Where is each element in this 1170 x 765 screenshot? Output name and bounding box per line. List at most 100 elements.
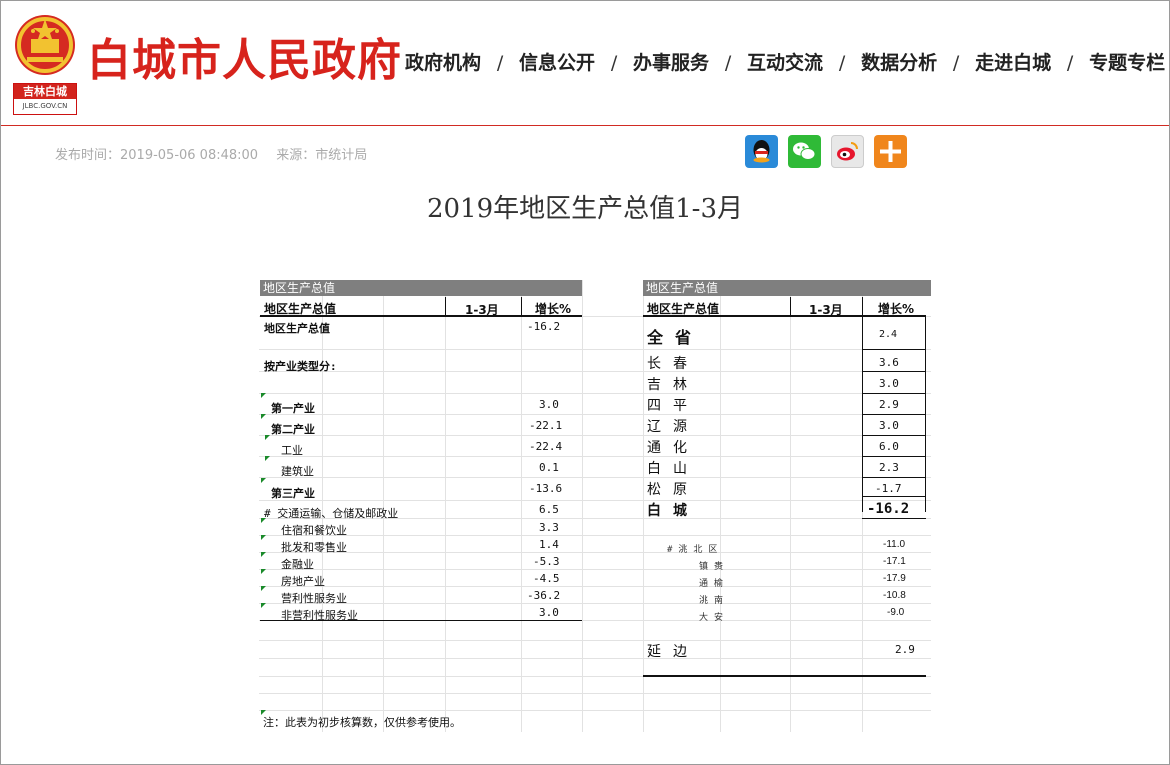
- nav-separator: /: [724, 52, 732, 74]
- right-row-value: 3.0: [879, 419, 899, 432]
- district-label: 洮南: [699, 596, 730, 606]
- table-rule: [862, 435, 926, 436]
- cell-marker: [261, 535, 266, 540]
- grid-line: [259, 640, 931, 641]
- nav-separator: /: [1066, 52, 1074, 74]
- left-row-label: 房地产业: [281, 575, 325, 588]
- grid-line: [259, 693, 931, 694]
- table-rule: [521, 297, 522, 316]
- emblem-badge-text: 吉林白城: [14, 84, 76, 99]
- grid-line: [259, 658, 931, 659]
- grid-line: [259, 371, 931, 372]
- grid-line: [259, 603, 931, 604]
- table-rule: [790, 297, 791, 316]
- right-row-value: 2.3: [879, 461, 899, 474]
- left-row-value: -4.5: [533, 572, 560, 585]
- cell-marker: [261, 552, 266, 557]
- nav-item-about-city[interactable]: 走进白城: [975, 52, 1051, 74]
- district-label: 大安: [699, 613, 730, 623]
- nav-item-interaction[interactable]: 互动交流: [747, 52, 823, 74]
- weibo-icon[interactable]: [831, 135, 864, 168]
- gdp-spreadsheet: 地区生产总值 地区生产总值 地区生产总值 1-3月 增长% 地区生产总值 -16…: [259, 280, 931, 732]
- left-row-label: 按产业类型分:: [264, 360, 337, 373]
- right-row-label: 通化: [647, 440, 699, 456]
- cell-marker: [261, 586, 266, 591]
- left-row-label: 第三产业: [271, 487, 315, 500]
- left-row-value: -36.2: [527, 589, 561, 602]
- site-title[interactable]: 白城市人民政府: [87, 33, 402, 89]
- nav-item-services[interactable]: 办事服务: [633, 52, 709, 74]
- grid-line: [259, 414, 931, 415]
- district-value: -10.8: [883, 590, 906, 601]
- district-label: #洮北区: [667, 545, 724, 555]
- grid-line: [643, 280, 644, 732]
- nav-separator: /: [838, 52, 846, 74]
- nav-separator: /: [610, 52, 618, 74]
- right-row-label: 全省: [647, 328, 704, 347]
- left-row-label: 批发和零售业: [281, 541, 347, 554]
- right-row-label: 松原: [647, 482, 699, 498]
- right-row-value: 3.6: [879, 356, 899, 369]
- left-row-label: 工业: [281, 444, 303, 457]
- emblem-badge: 吉林白城 JLBC.GOV.CN: [13, 83, 77, 115]
- left-row-value: 1.4: [539, 538, 559, 551]
- left-row-value: 0.1: [539, 461, 559, 474]
- table-rule: [862, 349, 926, 350]
- nav-item-info-public[interactable]: 信息公开: [519, 52, 595, 74]
- nav-item-topics[interactable]: 专题专栏: [1089, 52, 1165, 74]
- right-row-label: 长春: [647, 356, 699, 372]
- cell-marker: [261, 518, 266, 523]
- left-row-value: -22.4: [529, 440, 563, 453]
- grid-line: [259, 349, 931, 350]
- table-rule: [862, 393, 926, 394]
- grid-line: [259, 710, 931, 711]
- emblem-icon: [15, 15, 75, 75]
- table-rule: [260, 315, 582, 317]
- district-value: -11.0: [883, 539, 906, 550]
- grid-line: [445, 280, 446, 732]
- emblem-domain-text: JLBC.GOV.CN: [22, 102, 68, 110]
- right-row-value: -1.7: [875, 482, 902, 495]
- right-row-value: 2.4: [879, 329, 898, 340]
- table-rule: [862, 414, 926, 415]
- cell-marker: [261, 603, 266, 608]
- left-row-value: 3.3: [539, 521, 559, 534]
- right-row-label: 延边: [647, 644, 699, 660]
- table-note: 注：此表为初步核算数，仅供参考使用。: [263, 716, 461, 729]
- left-row-value: -22.1: [529, 419, 563, 432]
- qq-icon[interactable]: [745, 135, 778, 168]
- publish-time: 发布时间：2019-05-06 08:48:00: [55, 148, 259, 163]
- article-meta: 发布时间：2019-05-06 08:48:00 来源：市统计局: [55, 144, 381, 163]
- right-row-value: 6.0: [879, 440, 899, 453]
- left-row-label: 营利性服务业: [281, 592, 347, 605]
- table-rule: [862, 496, 926, 497]
- site-header: 吉林白城 JLBC.GOV.CN 白城市人民政府 政府机构 / 信息公开 / 办事服务 /…: [1, 1, 1169, 126]
- nav-item-gov-org[interactable]: 政府机构: [405, 52, 481, 74]
- right-row-label: 白山: [647, 461, 699, 477]
- left-row-label: 建筑业: [281, 465, 314, 478]
- right-row-value: 2.9: [895, 643, 915, 656]
- document-title: 2019年地区生产总值1-3月: [426, 194, 744, 224]
- right-row-value: -16.2: [867, 501, 910, 517]
- nav-item-data-analysis[interactable]: 数据分析: [861, 52, 937, 74]
- table-rule: [862, 477, 926, 478]
- article-source: 来源：市统计局: [276, 148, 368, 163]
- grid-line: [259, 435, 931, 436]
- grid-line: [790, 280, 791, 732]
- main-nav: 政府机构 / 信息公开 / 办事服务 / 互动交流 / 数据分析 / 走进白城 / 专题专栏: [405, 49, 1165, 77]
- cell-marker: [265, 456, 270, 461]
- national-emblem-logo[interactable]: 吉林白城 JLBC.GOV.CN: [13, 9, 77, 115]
- table-rule: [862, 518, 926, 519]
- grid-line: [720, 280, 721, 732]
- wechat-icon[interactable]: [788, 135, 821, 168]
- cell-marker: [261, 569, 266, 574]
- plus-icon[interactable]: [874, 135, 907, 168]
- cell-marker: [265, 435, 270, 440]
- cell-marker: [261, 393, 266, 398]
- right-row-label: 辽源: [647, 419, 699, 435]
- table-rule: [260, 620, 582, 621]
- table-rule: [862, 456, 926, 457]
- left-row-label: 住宿和餐饮业: [281, 524, 347, 537]
- left-row-value: -5.3: [533, 555, 560, 568]
- grid-line: [259, 500, 931, 501]
